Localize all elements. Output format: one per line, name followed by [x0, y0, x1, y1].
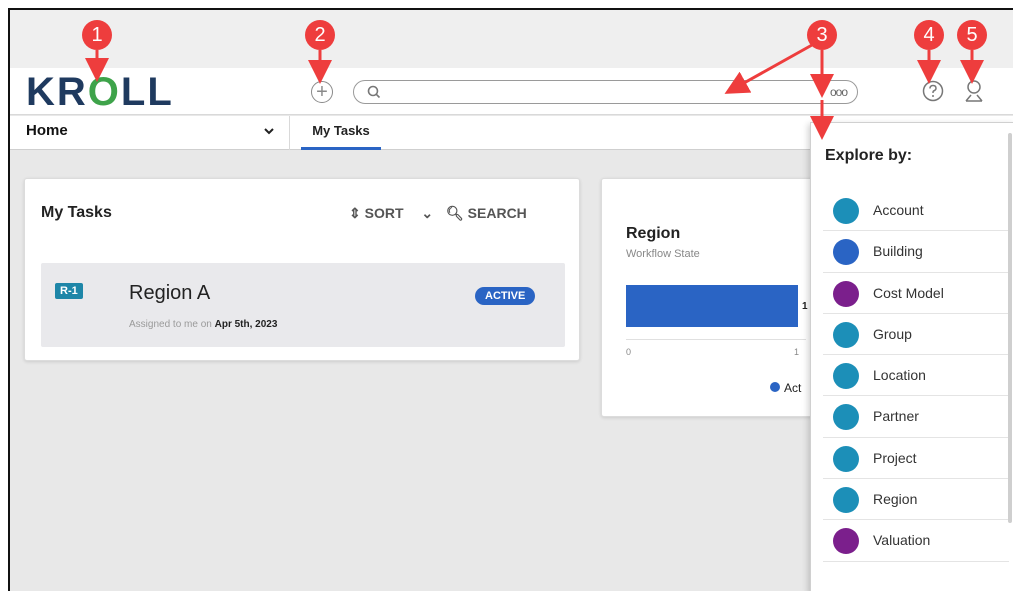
entity-type-icon: [833, 445, 859, 472]
search-icon: [367, 85, 381, 99]
chart-x-tick: 1: [794, 347, 800, 357]
task-search-label: SEARCH: [467, 205, 527, 221]
callout-3: 3: [807, 20, 837, 50]
explore-by-panel: Explore by: Account Building Cost Model Gro…: [810, 122, 1013, 591]
app-window: KROLL + ooo Home My Tasks My Tasks ⇕ SOR…: [8, 8, 1013, 591]
chart-bar-value-label: 1: [802, 301, 808, 312]
entity-type-icon: [833, 487, 859, 514]
top-strip: [10, 10, 1013, 68]
task-search-button[interactable]: 🔍︎ SEARCH: [446, 205, 527, 222]
my-tasks-card: My Tasks ⇕ SORT ⌄ 🔍︎ SEARCH R-1 Region A…: [24, 178, 580, 361]
chevron-down-icon: ⌄: [421, 205, 434, 221]
sort-button[interactable]: ⇕ SORT ⌄: [349, 205, 433, 222]
explore-panel-title: Explore by:: [825, 147, 913, 164]
logo-text-suffix: LL: [120, 70, 174, 114]
entity-type-icon: [833, 363, 859, 390]
explore-item-label: Region: [873, 491, 918, 508]
entity-type-icon: [833, 280, 859, 307]
plus-icon: +: [316, 81, 328, 103]
callout-2: 2: [305, 20, 335, 50]
explore-item-label: Cost Model: [873, 284, 944, 301]
logo-text-o: O: [87, 70, 121, 114]
explore-list: Account Building Cost Model Group Location Pa…: [823, 190, 1009, 562]
help-icon[interactable]: [922, 80, 944, 102]
region-chart-subtitle: Workflow State: [626, 248, 700, 260]
explore-item-partner[interactable]: Partner: [823, 396, 1009, 438]
entity-type-icon: [833, 404, 859, 431]
explore-item-label: Group: [873, 325, 912, 342]
logo-text-prefix: KR: [26, 70, 88, 114]
search-options-icon[interactable]: ooo: [830, 85, 848, 99]
sort-icon: ⇕: [349, 205, 361, 221]
entity-type-icon: [833, 528, 859, 555]
assigned-date: Apr 5th, 2023: [214, 319, 278, 330]
add-button[interactable]: +: [311, 81, 333, 103]
scrollbar[interactable]: [1008, 133, 1012, 523]
task-id-badge: R-1: [55, 283, 83, 299]
callout-1: 1: [82, 20, 112, 50]
my-tasks-title: My Tasks: [41, 204, 112, 221]
entity-type-icon: [833, 321, 859, 348]
chart-x-tick: 0: [626, 347, 632, 357]
legend-label: Act: [784, 381, 802, 395]
explore-item-project[interactable]: Project: [823, 438, 1009, 480]
explore-item-location[interactable]: Location: [823, 355, 1009, 397]
entity-type-icon: [833, 239, 859, 266]
explore-item-building[interactable]: Building: [823, 231, 1009, 273]
region-chart-title: Region: [626, 225, 681, 242]
app-header: KROLL + ooo: [10, 68, 1013, 115]
explore-item-label: Account: [873, 202, 924, 218]
callout-4: 4: [914, 20, 944, 50]
assigned-prefix: Assigned to me on: [129, 319, 212, 330]
explore-item-region[interactable]: Region: [823, 479, 1009, 521]
task-name[interactable]: Region A: [129, 282, 210, 305]
tab-my-tasks[interactable]: My Tasks: [301, 116, 381, 150]
explore-item-label: Valuation: [873, 532, 931, 549]
explore-item-label: Project: [873, 449, 917, 466]
explore-item-group[interactable]: Group: [823, 314, 1009, 356]
user-profile-icon[interactable]: [963, 79, 985, 103]
explore-item-valuation[interactable]: Valuation: [823, 520, 1009, 562]
region-chart-card: Region Workflow State 1 0 1 Act: [601, 178, 821, 417]
search-icon: 🔍︎: [446, 205, 464, 221]
callout-5: 5: [957, 20, 987, 50]
sort-label: SORT: [364, 205, 404, 221]
explore-item-label: Partner: [873, 408, 919, 425]
legend-marker: [770, 382, 780, 392]
explore-item-label: Building: [873, 243, 923, 260]
status-badge: ACTIVE: [475, 287, 536, 305]
nav-divider: [289, 116, 290, 150]
chart-x-axis: [626, 339, 806, 340]
home-dropdown-label: Home: [26, 122, 68, 139]
entity-type-icon: [833, 198, 859, 224]
explore-item-label: Location: [873, 367, 926, 384]
kroll-logo[interactable]: KROLL: [26, 72, 174, 112]
home-dropdown[interactable]: Home: [26, 122, 276, 144]
task-assigned-info: Assigned to me on Apr 5th, 2023: [129, 319, 277, 330]
explore-item-cost-model[interactable]: Cost Model: [823, 273, 1009, 314]
chart-bar[interactable]: [626, 285, 798, 327]
explore-item-account[interactable]: Account: [823, 190, 1009, 232]
global-search-input[interactable]: ooo: [353, 80, 858, 104]
chevron-down-icon: [264, 128, 274, 135]
task-row[interactable]: R-1 Region A Assigned to me on Apr 5th, …: [41, 263, 565, 347]
